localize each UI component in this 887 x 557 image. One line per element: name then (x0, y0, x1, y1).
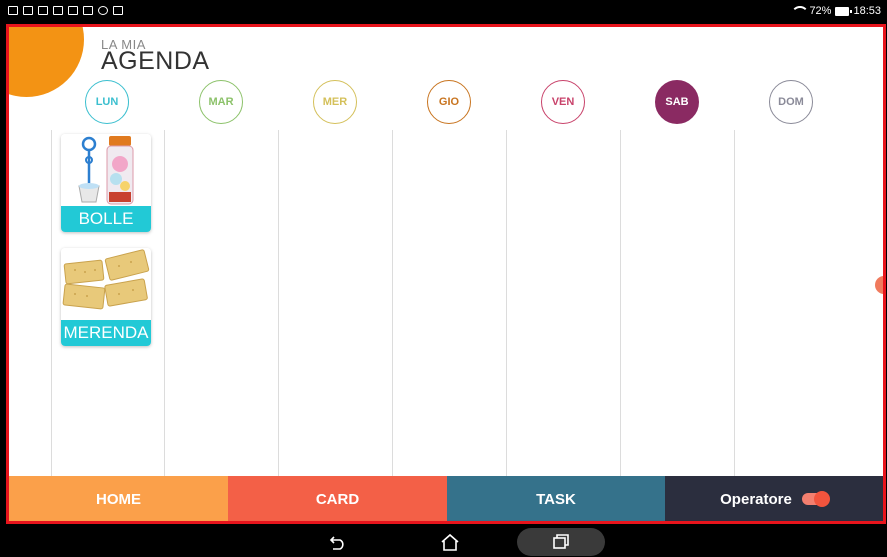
battery-icon (835, 6, 853, 16)
status-bar: 72% 18:53 (0, 0, 887, 24)
bubbles-toy-icon (61, 134, 151, 205)
home-icon[interactable] (430, 527, 470, 557)
mail-icon (83, 6, 93, 15)
day-button-mar[interactable]: MAR (199, 80, 243, 124)
globe-icon (98, 6, 108, 15)
bottom-tab-bar: HOME CARD TASK Operatore (9, 476, 883, 521)
tab-card[interactable]: CARD (228, 476, 447, 521)
gallery-icon (68, 6, 78, 15)
toggle-knob (813, 491, 830, 507)
column-divider (620, 130, 621, 476)
day-button-gio[interactable]: GIO (427, 80, 471, 124)
day-button-lun[interactable]: LUN (85, 80, 129, 124)
mail-icon (113, 6, 123, 15)
column-divider (392, 130, 393, 476)
photo-icon (8, 6, 18, 15)
crackers-icon (61, 248, 151, 319)
agenda-app: LA MIA AGENDA LUN MAR MER GIO VEN SAB DO… (6, 24, 886, 524)
recents-icon[interactable] (541, 527, 581, 557)
day-button-ven[interactable]: VEN (541, 80, 585, 124)
video-icon (23, 6, 33, 15)
day-button-mer[interactable]: MER (313, 80, 357, 124)
back-icon[interactable] (318, 527, 358, 557)
column-divider (506, 130, 507, 476)
day-button-sab[interactable]: SAB (655, 80, 699, 124)
day-button-dom[interactable]: DOM (769, 80, 813, 124)
week-grid: BOLLE MERENDA (9, 130, 883, 476)
card-label: BOLLE (61, 206, 151, 232)
facebook-icon (53, 6, 63, 15)
tab-task[interactable]: TASK (447, 476, 665, 521)
operatore-toggle[interactable] (801, 491, 830, 507)
tab-operatore[interactable]: Operatore (665, 476, 883, 521)
system-nav-bar (0, 527, 887, 557)
battery-percent: 72% (809, 5, 832, 17)
tab-label: Operatore (720, 490, 792, 508)
notification-icons (8, 6, 123, 15)
tab-label: CARD (315, 490, 360, 508)
card-label: MERENDA (61, 320, 151, 346)
activity-card-merenda[interactable]: MERENDA (61, 248, 151, 346)
day-selector: LUN MAR MER GIO VEN SAB DOM (9, 80, 883, 126)
activity-card-bolle[interactable]: BOLLE (61, 134, 151, 232)
wifi-icon (791, 6, 810, 16)
tab-label: TASK (536, 490, 576, 508)
clock: 18:53 (853, 5, 881, 17)
column-divider (278, 130, 279, 476)
tab-label: HOME (96, 490, 141, 508)
side-drawer-handle[interactable] (875, 276, 883, 294)
tab-home[interactable]: HOME (9, 476, 228, 521)
facebook-icon (38, 6, 48, 15)
status-right: 72% 18:53 (791, 5, 881, 17)
column-divider (734, 130, 735, 476)
column-divider (164, 130, 165, 476)
page-title: AGENDA (101, 47, 210, 75)
column-divider (51, 130, 52, 476)
